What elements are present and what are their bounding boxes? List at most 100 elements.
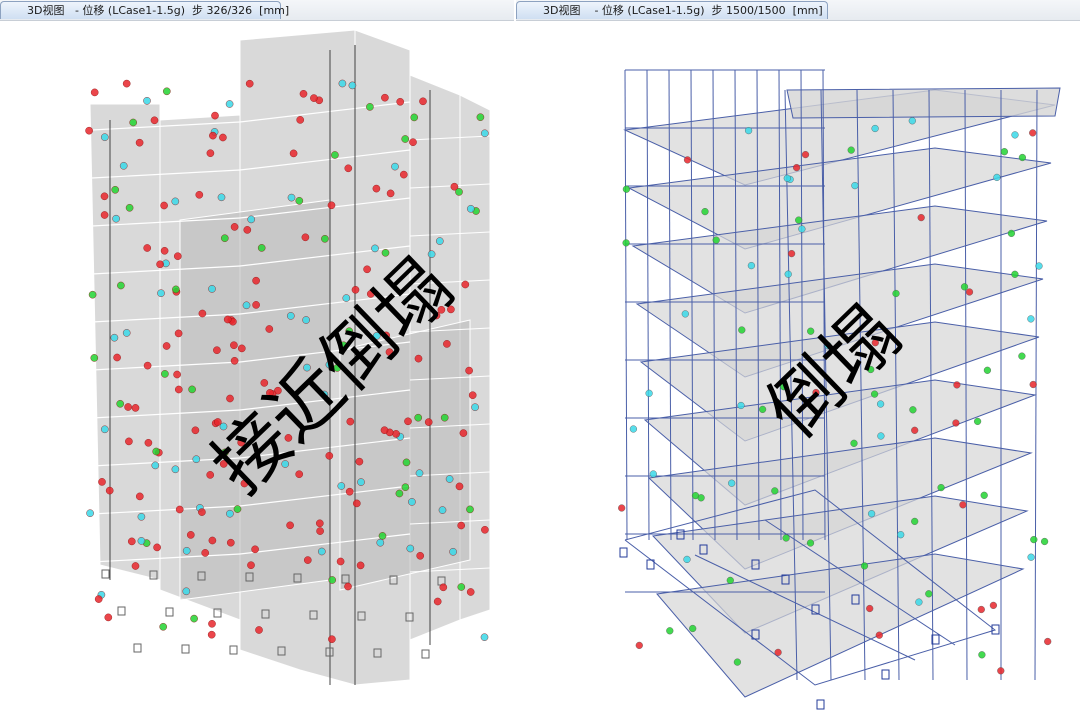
plastic-hinge-dot [622, 185, 631, 193]
plastic-hinge-dot [385, 348, 394, 356]
plastic-hinge-dot [455, 482, 464, 491]
plastic-hinge-dot [143, 361, 152, 370]
plastic-hinge-dot [174, 329, 183, 338]
plastic-hinge-dot [801, 151, 810, 159]
tab-3d-view-step-326[interactable]: 3D视图 - 位移 (LCase1-1.5g) 步 326/326 [mm] [0, 1, 289, 19]
viewport-collapse[interactable] [515, 20, 1080, 716]
plastic-hinge-dot [287, 193, 296, 202]
plastic-hinge-dot [363, 265, 371, 274]
plastic-hinge-dot [795, 216, 803, 224]
plastic-hinge-dot [192, 455, 201, 464]
plastic-hinge-dot [439, 583, 448, 592]
plastic-hinge-dot [284, 434, 293, 442]
plastic-hinge-dot [1044, 637, 1052, 646]
plastic-hinge-dot [295, 470, 304, 479]
plastic-hinge-dot [303, 363, 311, 372]
support-icon [881, 669, 890, 680]
plastic-hinge-dot [771, 487, 779, 495]
plastic-hinge-dot [728, 479, 736, 487]
plastic-hinge-dot [691, 492, 700, 500]
plastic-hinge-dot [266, 389, 274, 397]
plastic-hinge-dot [1029, 380, 1037, 389]
plastic-hinge-dot [457, 583, 466, 591]
plastic-hinge-dot [480, 633, 489, 642]
viewport-near-collapse[interactable] [0, 20, 515, 716]
plastic-hinge-dot [315, 519, 324, 528]
support-icon [991, 624, 1000, 635]
plastic-hinge-dot [255, 626, 263, 634]
plastic-hinge-dot [153, 543, 161, 552]
plastic-hinge-dot [190, 614, 198, 623]
plastic-hinge-dot [980, 491, 988, 499]
plastic-hinge-dot [247, 215, 255, 224]
plastic-hinge-dot [90, 354, 99, 362]
plastic-hinge-dot [252, 301, 260, 309]
plastic-hinge-dot [101, 133, 109, 141]
plastic-hinge-dot [281, 460, 290, 468]
plastic-hinge-dot [382, 331, 391, 340]
plastic-hinge-dot [316, 527, 324, 535]
plastic-hinge-dot [759, 405, 767, 414]
plastic-hinge-dot [1011, 270, 1019, 278]
plastic-hinge-dot [812, 388, 820, 397]
plastic-hinge-dot [917, 214, 925, 222]
plastic-hinge-dot [414, 413, 423, 422]
plastic-hinge-dot [701, 208, 709, 216]
plastic-hinge-dot [105, 486, 114, 495]
plastic-hinge-dot [712, 236, 720, 244]
plastic-hinge-dot [150, 116, 159, 125]
plastic-hinge-dot [471, 403, 479, 412]
plastic-hinge-dot [328, 635, 336, 644]
plastic-hinge-dot [915, 598, 923, 606]
plastic-hinge-dot [213, 346, 221, 355]
plastic-hinge-dot [378, 532, 387, 540]
plastic-hinge-dot [871, 339, 879, 347]
roof-slab [786, 87, 1061, 119]
plastic-hinge-dot [345, 487, 354, 496]
support-icon [421, 649, 430, 659]
plastic-hinge-dot [223, 315, 232, 324]
plastic-hinge-dot [788, 250, 796, 258]
plastic-hinge-dot [618, 504, 626, 512]
plastic-hinge-dot [286, 312, 295, 320]
plastic-hinge-dot [784, 270, 792, 278]
plastic-hinge-dot [733, 658, 742, 666]
window-tab-bar: 3D视图 - 位移 (LCase1-1.5g) 步 326/326 [mm] 3… [0, 0, 1080, 21]
plastic-hinge-dot [438, 506, 447, 514]
plastic-hinge-dot [993, 173, 1001, 182]
plastic-hinge-dot [793, 164, 801, 172]
plastic-hinge-dot [376, 538, 385, 547]
plastic-hinge-dot [366, 103, 374, 111]
plastic-hinge-dot [86, 509, 94, 518]
plastic-hinge-dot [457, 521, 466, 530]
plastic-hinge-dot [911, 426, 919, 434]
plastic-hinge-dot [1018, 352, 1026, 360]
plastic-hinge-dot [395, 489, 404, 498]
plastic-hinge-dot [726, 576, 734, 585]
plastic-hinge-dot [85, 126, 93, 135]
plastic-hinge-dot [352, 499, 361, 508]
plastic-hinge-dot [135, 492, 144, 501]
plastic-hinge-dot [774, 648, 782, 657]
plastic-hinge-dot [162, 342, 171, 350]
plastic-hinge-dot [877, 400, 885, 408]
plastic-hinge-dot [206, 149, 215, 157]
plastic-hinge-dot [325, 451, 334, 460]
plastic-hinge-dot [201, 549, 209, 557]
plastic-hinge-dot [151, 461, 160, 470]
tab-3d-view-step-1500[interactable]: 3D视图 - 位移 (LCase1-1.5g) 步 1500/1500 [mm] [516, 1, 828, 19]
plastic-hinge-dot [440, 413, 449, 422]
plastic-hinge-dot [257, 244, 266, 252]
plastic-hinge-dot [366, 290, 375, 298]
plastic-hinge-dot [320, 390, 329, 399]
plastic-hinge-dot [381, 248, 390, 257]
plastic-hinge-dot [137, 512, 146, 521]
support-icon [619, 547, 628, 558]
plastic-hinge-dot [321, 234, 329, 243]
plastic-hinge-dot [867, 365, 875, 374]
plastic-hinge-dot [1029, 129, 1037, 137]
plastic-hinge-dot [860, 562, 869, 570]
plastic-hinge-dot [622, 239, 630, 247]
plastic-hinge-dot [909, 406, 917, 414]
plastic-hinge-dot [209, 131, 217, 140]
